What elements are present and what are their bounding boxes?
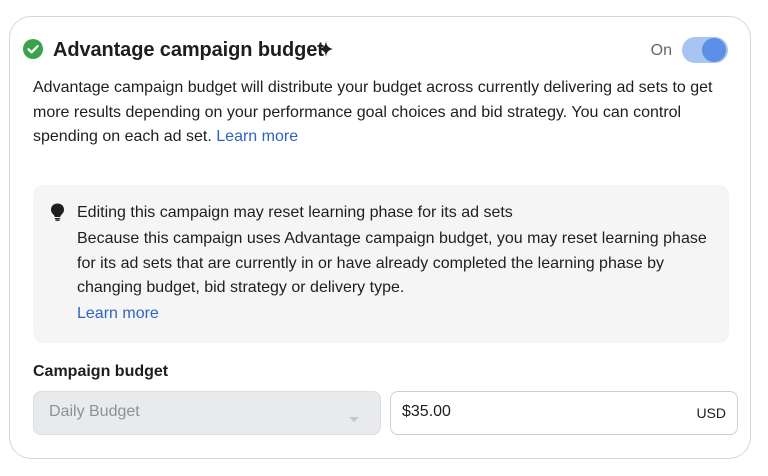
advantage-budget-toggle[interactable] [682,37,728,63]
budget-amount-field[interactable]: USD [390,391,738,435]
advantage-budget-title: Advantage campaign budget [53,39,324,61]
notice-body: Because this campaign uses Advantage cam… [77,230,707,296]
campaign-budget-label: Campaign budget [33,363,169,380]
notice-learn-more-link[interactable]: Learn more [77,303,159,325]
advantage-budget-description: Advantage campaign budget will distribut… [33,76,733,150]
description-text: Advantage campaign budget will distribut… [33,79,713,145]
budget-type-value: Daily Budget [49,403,140,420]
toggle-state-label: On [650,42,672,59]
lightbulb-icon [50,203,65,226]
toggle-knob [702,38,726,62]
sparkle-icon [319,41,333,62]
check-circle-icon [23,39,43,59]
budget-type-select[interactable]: Daily Budget [33,391,381,435]
budget-amount-input[interactable] [402,403,662,421]
learn-more-link[interactable]: Learn more [216,128,298,145]
notice-title: Editing this campaign may reset learning… [77,204,513,221]
advantage-budget-header: Advantage campaign budget On [23,37,728,69]
currency-label: USD [696,405,726,421]
chevron-down-icon [348,410,360,428]
